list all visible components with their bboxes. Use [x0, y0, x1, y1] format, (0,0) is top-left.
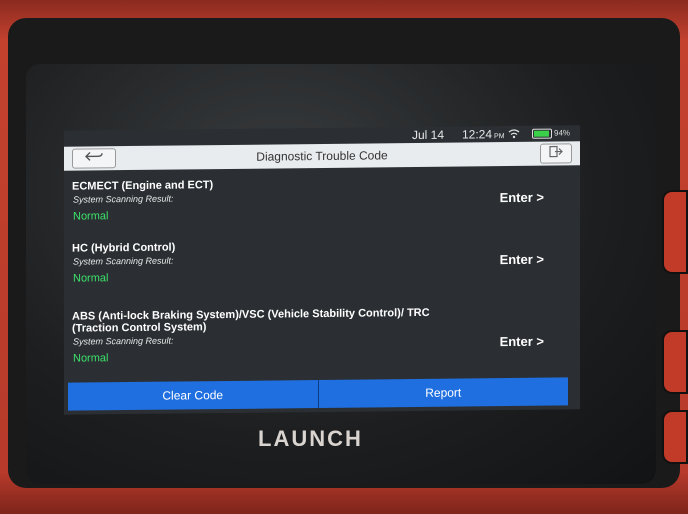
system-row-engine: ECMECT (Engine and ECT) System Scanning …	[64, 175, 580, 230]
page-title: Diagnostic Trouble Code	[256, 148, 388, 164]
battery-percent: 94%	[554, 128, 571, 138]
scan-status: Normal	[73, 210, 109, 223]
exit-button[interactable]	[540, 143, 572, 164]
report-button[interactable]: Report	[317, 377, 568, 409]
status-time-suffix: PM	[494, 133, 505, 141]
wifi-icon	[508, 128, 520, 139]
battery-icon	[532, 128, 552, 139]
system-name: ABS (Anti-lock Braking System)/VSC (Vehi…	[72, 306, 430, 335]
system-row-hybrid: HC (Hybrid Control) System Scanning Resu…	[64, 237, 580, 294]
enter-button[interactable]: Enter >	[500, 252, 544, 267]
side-hardware-button[interactable]	[662, 410, 688, 464]
status-date: Jul 14	[412, 127, 445, 143]
scan-status: Normal	[73, 272, 109, 285]
brand-logo: LAUNCH	[258, 426, 363, 451]
action-bar: Clear Code Report	[68, 377, 568, 411]
status-time: 12:24 PM	[462, 127, 505, 142]
system-row-abs: ABS (Anti-lock Braking System)/VSC (Vehi…	[64, 305, 580, 370]
side-hardware-button[interactable]	[662, 330, 688, 394]
device-screen: Jul 14 12:24 PM 94% Diagnostic Trouble Co…	[64, 125, 580, 415]
system-list: ECMECT (Engine and ECT) System Scanning …	[64, 165, 580, 378]
side-hardware-button[interactable]	[662, 190, 688, 274]
enter-button[interactable]: Enter >	[500, 190, 544, 205]
clear-code-button[interactable]: Clear Code	[68, 380, 318, 411]
exit-icon	[549, 144, 563, 162]
scan-status: Normal	[73, 352, 109, 365]
enter-button[interactable]: Enter >	[500, 334, 544, 349]
